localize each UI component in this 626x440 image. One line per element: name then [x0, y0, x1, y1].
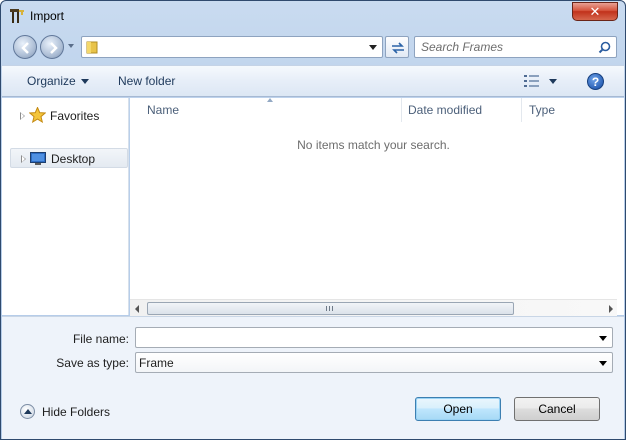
save-as-type-label: Save as type: — [56, 356, 129, 370]
dialog-footer: File name: Save as type: Frame Hide Fold… — [2, 316, 624, 439]
arrow-left-icon — [21, 42, 29, 54]
save-as-type-select[interactable]: Frame — [135, 352, 613, 373]
sidebar-item-label: Favorites — [50, 109, 100, 123]
sidebar-item-favorites[interactable]: Favorites — [2, 106, 128, 126]
search-icon — [598, 41, 611, 54]
hide-folders-label: Hide Folders — [42, 405, 111, 419]
window-title: Import — [30, 9, 65, 23]
grip-icon — [326, 306, 335, 311]
scroll-right-icon[interactable] — [609, 305, 613, 313]
scrollbar-thumb[interactable] — [147, 302, 514, 315]
back-button[interactable] — [13, 35, 37, 59]
address-bar[interactable] — [81, 36, 383, 58]
app-icon — [10, 9, 24, 23]
column-divider[interactable] — [521, 98, 522, 122]
horizontal-scrollbar[interactable] — [130, 299, 617, 316]
refresh-icon — [392, 42, 404, 54]
folder-icon — [86, 41, 98, 54]
close-icon: ✕ — [589, 4, 601, 19]
close-button[interactable]: ✕ — [572, 2, 618, 21]
forward-button[interactable] — [40, 35, 64, 59]
column-divider[interactable] — [401, 98, 402, 122]
empty-list-message: No items match your search. — [297, 138, 450, 152]
search-input[interactable] — [421, 40, 591, 54]
column-header-date-modified[interactable]: Date modified — [408, 103, 482, 127]
chevron-down-icon[interactable] — [599, 336, 607, 341]
views-icon[interactable] — [524, 75, 540, 87]
command-toolbar: Organize New folder ? — [2, 65, 624, 97]
search-box[interactable] — [414, 36, 617, 58]
navigation-pane: Favorites Desktop — [2, 98, 129, 315]
import-dialog: Import ✕ O — [0, 0, 626, 440]
chevron-down-icon[interactable] — [599, 361, 607, 366]
file-name-combobox[interactable] — [135, 327, 613, 348]
organize-dropdown-arrow[interactable] — [81, 79, 89, 84]
file-name-label: File name: — [72, 332, 129, 346]
file-name-input[interactable] — [139, 330, 589, 345]
cancel-button[interactable]: Cancel — [514, 397, 600, 421]
scroll-left-icon[interactable] — [135, 305, 139, 313]
views-dropdown-arrow[interactable] — [549, 79, 557, 84]
chevron-up-icon — [20, 404, 35, 419]
recent-locations-dropdown[interactable] — [68, 44, 74, 48]
file-list: Name Date modified Type No items match y… — [130, 98, 617, 315]
sort-ascending-icon — [267, 98, 273, 102]
column-header-type[interactable]: Type — [529, 103, 555, 127]
star-icon — [29, 107, 46, 123]
arrow-right-icon — [50, 42, 58, 54]
address-dropdown-arrow[interactable] — [369, 45, 377, 50]
sidebar-item-label: Desktop — [51, 152, 96, 166]
expand-arrow-icon[interactable] — [21, 155, 26, 163]
save-as-type-value: Frame — [139, 356, 174, 370]
refresh-button[interactable] — [385, 36, 409, 58]
open-button-label: Open — [443, 402, 473, 416]
help-icon[interactable]: ? — [587, 73, 604, 90]
sidebar-item-desktop[interactable]: Desktop — [10, 148, 128, 168]
vertical-scroll-area — [617, 98, 624, 315]
new-folder-button[interactable]: New folder — [118, 74, 175, 88]
title-bar: Import ✕ — [1, 1, 625, 31]
expand-arrow-icon[interactable] — [20, 112, 25, 120]
organize-button[interactable]: Organize — [27, 74, 76, 88]
open-button[interactable]: Open — [415, 397, 501, 421]
cancel-button-label: Cancel — [538, 402, 576, 416]
column-header-name[interactable]: Name — [147, 103, 179, 127]
desktop-icon — [30, 152, 46, 165]
